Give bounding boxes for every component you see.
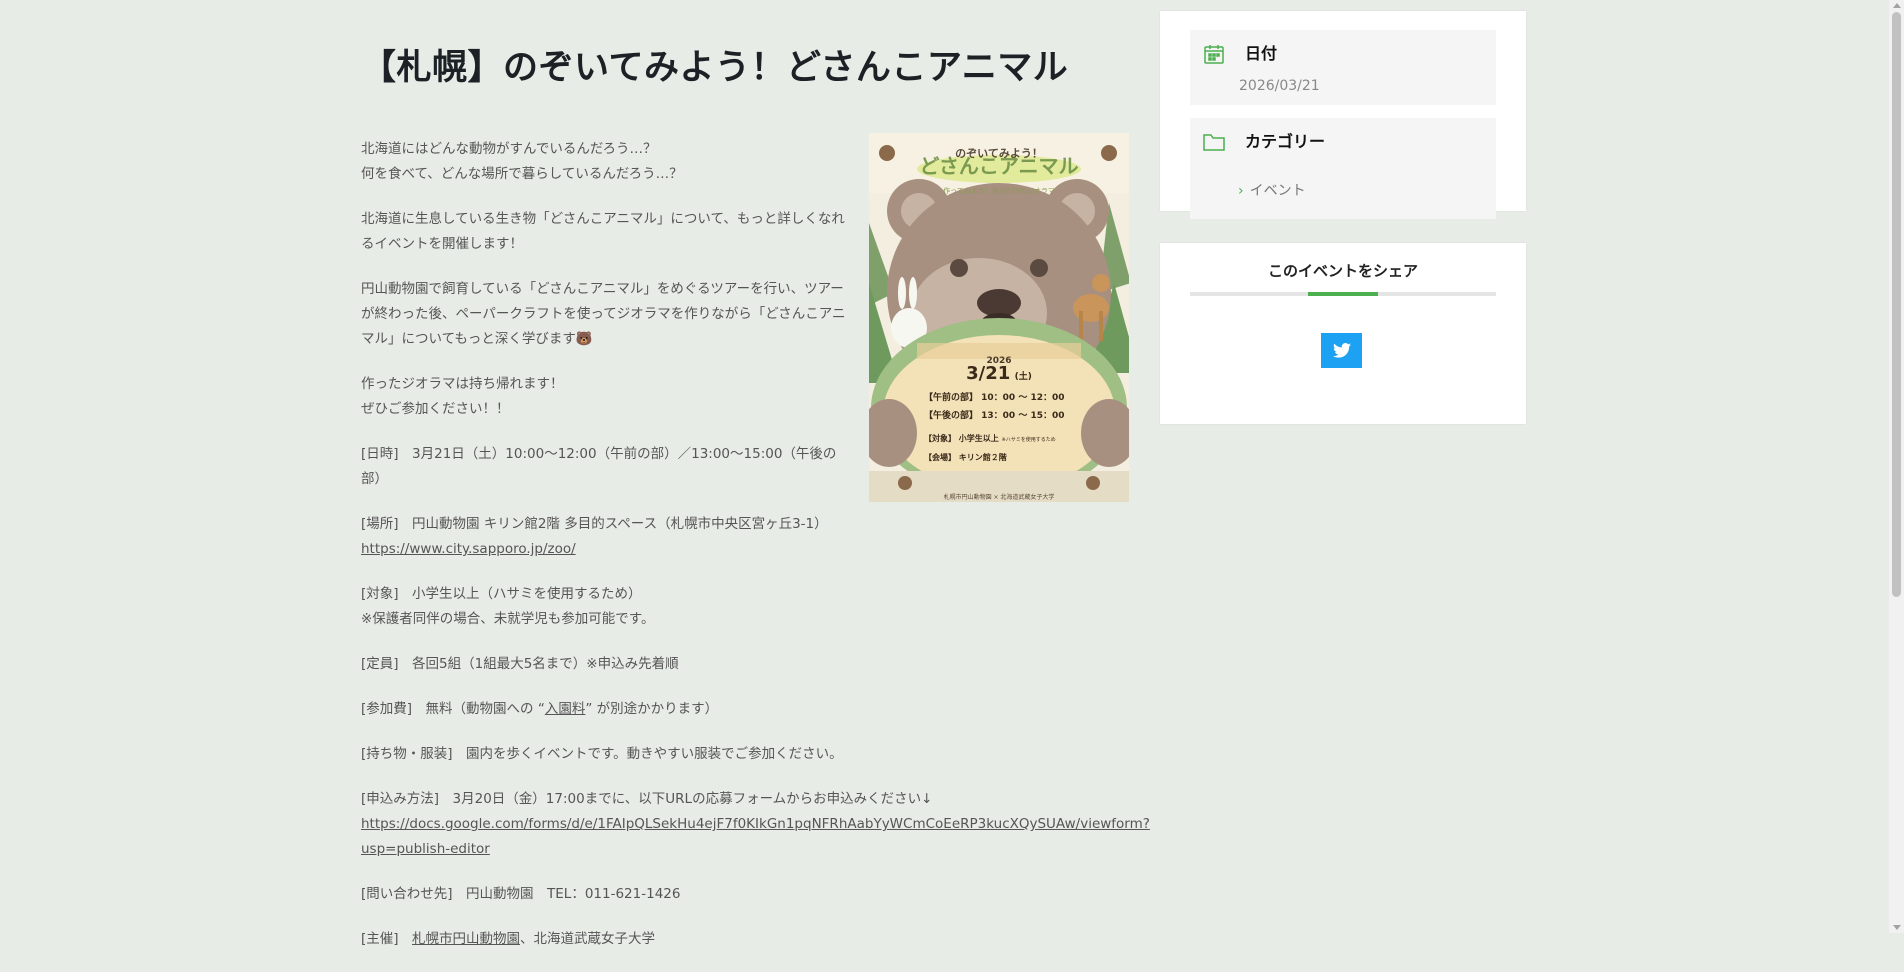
page-title: 【札幌】のぞいてみよう！どさんこアニマル (361, 48, 1069, 88)
vertical-scrollbar[interactable] (1889, 0, 1904, 933)
date-label: 日付 (1245, 44, 1278, 63)
poster-target-note: ※ハサミを使用するため (1001, 437, 1056, 443)
scroll-up-arrow-icon[interactable] (1893, 3, 1901, 8)
diorama-paragraph: 作ったジオラマは持ち帰れます！ ぜひご参加ください！！ (361, 372, 851, 422)
host-suffix: 、北海道武蔵女子大学 (520, 931, 656, 947)
category-label: カテゴリー (1245, 132, 1326, 151)
diorama-line-2: ぜひご参加ください！！ (361, 401, 510, 417)
host-info: [主催] 札幌市円山動物園、北海道武蔵女子大学 (361, 927, 1151, 952)
twitter-share-button[interactable] (1321, 333, 1362, 368)
scroll-down-arrow-icon[interactable] (1893, 925, 1901, 930)
admission-fee-link[interactable]: 入園料 (545, 701, 586, 717)
target-note: ※保護者同伴の場合、未就学児も参加可能です。 (361, 611, 655, 627)
date-value: 2026/03/21 (1239, 78, 1320, 94)
chevron-right-icon: › (1238, 183, 1244, 199)
twitter-icon (1332, 343, 1351, 358)
share-divider (1190, 292, 1496, 296)
place-info: [場所] 円山動物園 キリン館2階 多目的スペース（札幌市中央区宮ヶ丘3-1） … (361, 512, 1151, 562)
target-info: [対象] 小学生以上（ハサミを使用するため） ※保護者同伴の場合、未就学児も参加… (361, 582, 1151, 632)
event-meta-card: 日付 2026/03/21 カテゴリー › イベント (1160, 11, 1526, 219)
event-paragraph: 北海道に生息している生き物「どさんこアニマル」について、もっと詳しくなれるイベン… (361, 211, 845, 252)
poster-weekday: (土) (1014, 372, 1032, 382)
apply-text: [申込み方法] 3月20日（金）17:00までに、以下URLの応募フォームからお… (361, 791, 933, 807)
target-text: [対象] 小学生以上（ハサミを使用するため） (361, 586, 642, 602)
sidebar: 日付 2026/03/21 カテゴリー › イベント このイベントをシェア (1160, 11, 1526, 424)
category-box: カテゴリー › イベント (1190, 118, 1496, 219)
intro-line-2: 何を食べて、どんな場所で暮らしているんだろう…？ (361, 166, 683, 182)
calendar-icon (1202, 42, 1226, 70)
poster-venue: 【会場】 キリン館２階 (924, 453, 1007, 462)
poster-headline: どさんこアニマル (919, 154, 1079, 178)
scrollbar-thumb[interactable] (1892, 12, 1901, 597)
poster-footer: 札幌市円山動物園 × 北海道武蔵女子大学 (943, 494, 1055, 501)
poster-tagline: 作ってみよう！自分だけのジオラマ (943, 187, 1055, 195)
poster-target-text: 【対象】 小学生以上 (924, 434, 999, 443)
fee-info: [参加費] 無料（動物園への “入園料” が別途かかります） (361, 697, 1151, 722)
application-form-link[interactable]: https://docs.google.com/forms/d/e/1FAIpQ… (361, 816, 1150, 857)
category-link-event[interactable]: › イベント (1238, 180, 1306, 200)
host-zoo-link[interactable]: 札幌市円山動物園 (412, 931, 520, 947)
tour-paragraph: 円山動物園で飼育している「どさんこアニマル」をめぐるツアーを行い、ツアーが終わっ… (361, 281, 846, 347)
intro-paragraph: 北海道にはどんな動物がすんでいるんだろう…？ 何を食べて、どんな場所で暮らしてい… (361, 137, 851, 187)
intro-line-1: 北海道にはどんな動物がすんでいるんだろう…？ (361, 141, 657, 157)
place-text: [場所] 円山動物園 キリン館2階 多目的スペース（札幌市中央区宮ヶ丘3-1） (361, 516, 828, 532)
contact-info: [問い合わせ先] 円山動物園 TEL：011-621-1426 (361, 886, 681, 902)
diorama-line-1: 作ったジオラマは持ち帰れます！ (361, 376, 564, 392)
date-info: [日時] 3月21日（土）10:00〜12:00（午前の部）／13:00〜15:… (361, 446, 837, 487)
share-card: このイベントをシェア (1160, 243, 1526, 424)
share-divider-accent (1308, 292, 1378, 296)
zoo-website-link[interactable]: https://www.city.sapporo.jp/zoo/ (361, 541, 576, 557)
capacity-info: [定員] 各回5組（1組最大5名まで）※申込み先着順 (361, 656, 679, 672)
poster-date-value: 3/21 (966, 363, 1011, 384)
fee-suffix: ” が別途かかります） (585, 701, 719, 717)
event-poster-image[interactable]: のぞいてみよう！ どさんこアニマル 作ってみよう！自分だけのジオラマ 2026 … (869, 133, 1129, 502)
items-info: [持ち物・服装] 園内を歩くイベントです。動きやすい服装でご参加ください。 (361, 746, 843, 762)
host-prefix: [主催] (361, 931, 413, 947)
fee-prefix: [参加費] 無料（動物園への “ (361, 701, 545, 717)
share-title: このイベントをシェア (1267, 262, 1418, 280)
category-link-label: イベント (1249, 183, 1306, 199)
article-body: のぞいてみよう！ どさんこアニマル 作ってみよう！自分だけのジオラマ 2026 … (361, 133, 1150, 952)
date-box: 日付 2026/03/21 (1190, 30, 1496, 105)
article: 【札幌】のぞいてみよう！どさんこアニマル のぞいてみよう！ どさんこアニマル 作… (361, 40, 1150, 972)
apply-info: [申込み方法] 3月20日（金）17:00までに、以下URLの応募フォームからお… (361, 787, 1151, 862)
folder-icon (1202, 131, 1226, 157)
